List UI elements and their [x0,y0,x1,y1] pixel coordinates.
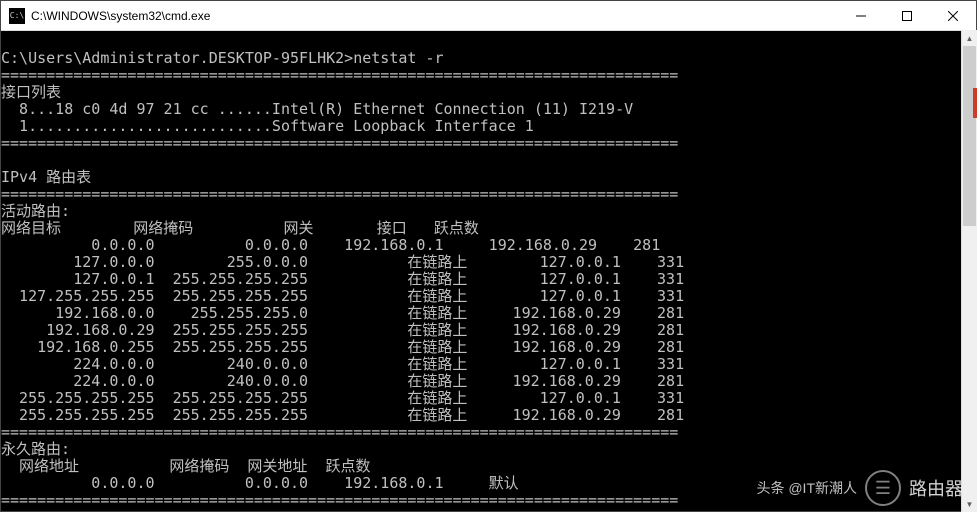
cmd-icon: C:\ [9,8,25,24]
scrollbar-thumb[interactable] [963,46,976,226]
minimize-button[interactable] [838,1,884,30]
scroll-down-arrow[interactable]: ▼ [962,496,977,512]
window-controls [838,1,976,30]
cmd-window: C:\ C:\WINDOWS\system32\cmd.exe C:\Users… [0,0,977,512]
terminal-output[interactable]: C:\Users\Administrator.DESKTOP-95FLHK2>n… [1,31,976,511]
scroll-up-arrow[interactable]: ▲ [962,30,977,46]
close-button[interactable] [930,1,976,30]
maximize-button[interactable] [884,1,930,30]
red-edge-decoration [973,88,977,118]
window-title: C:\WINDOWS\system32\cmd.exe [31,9,838,23]
titlebar[interactable]: C:\ C:\WINDOWS\system32\cmd.exe [1,1,976,31]
